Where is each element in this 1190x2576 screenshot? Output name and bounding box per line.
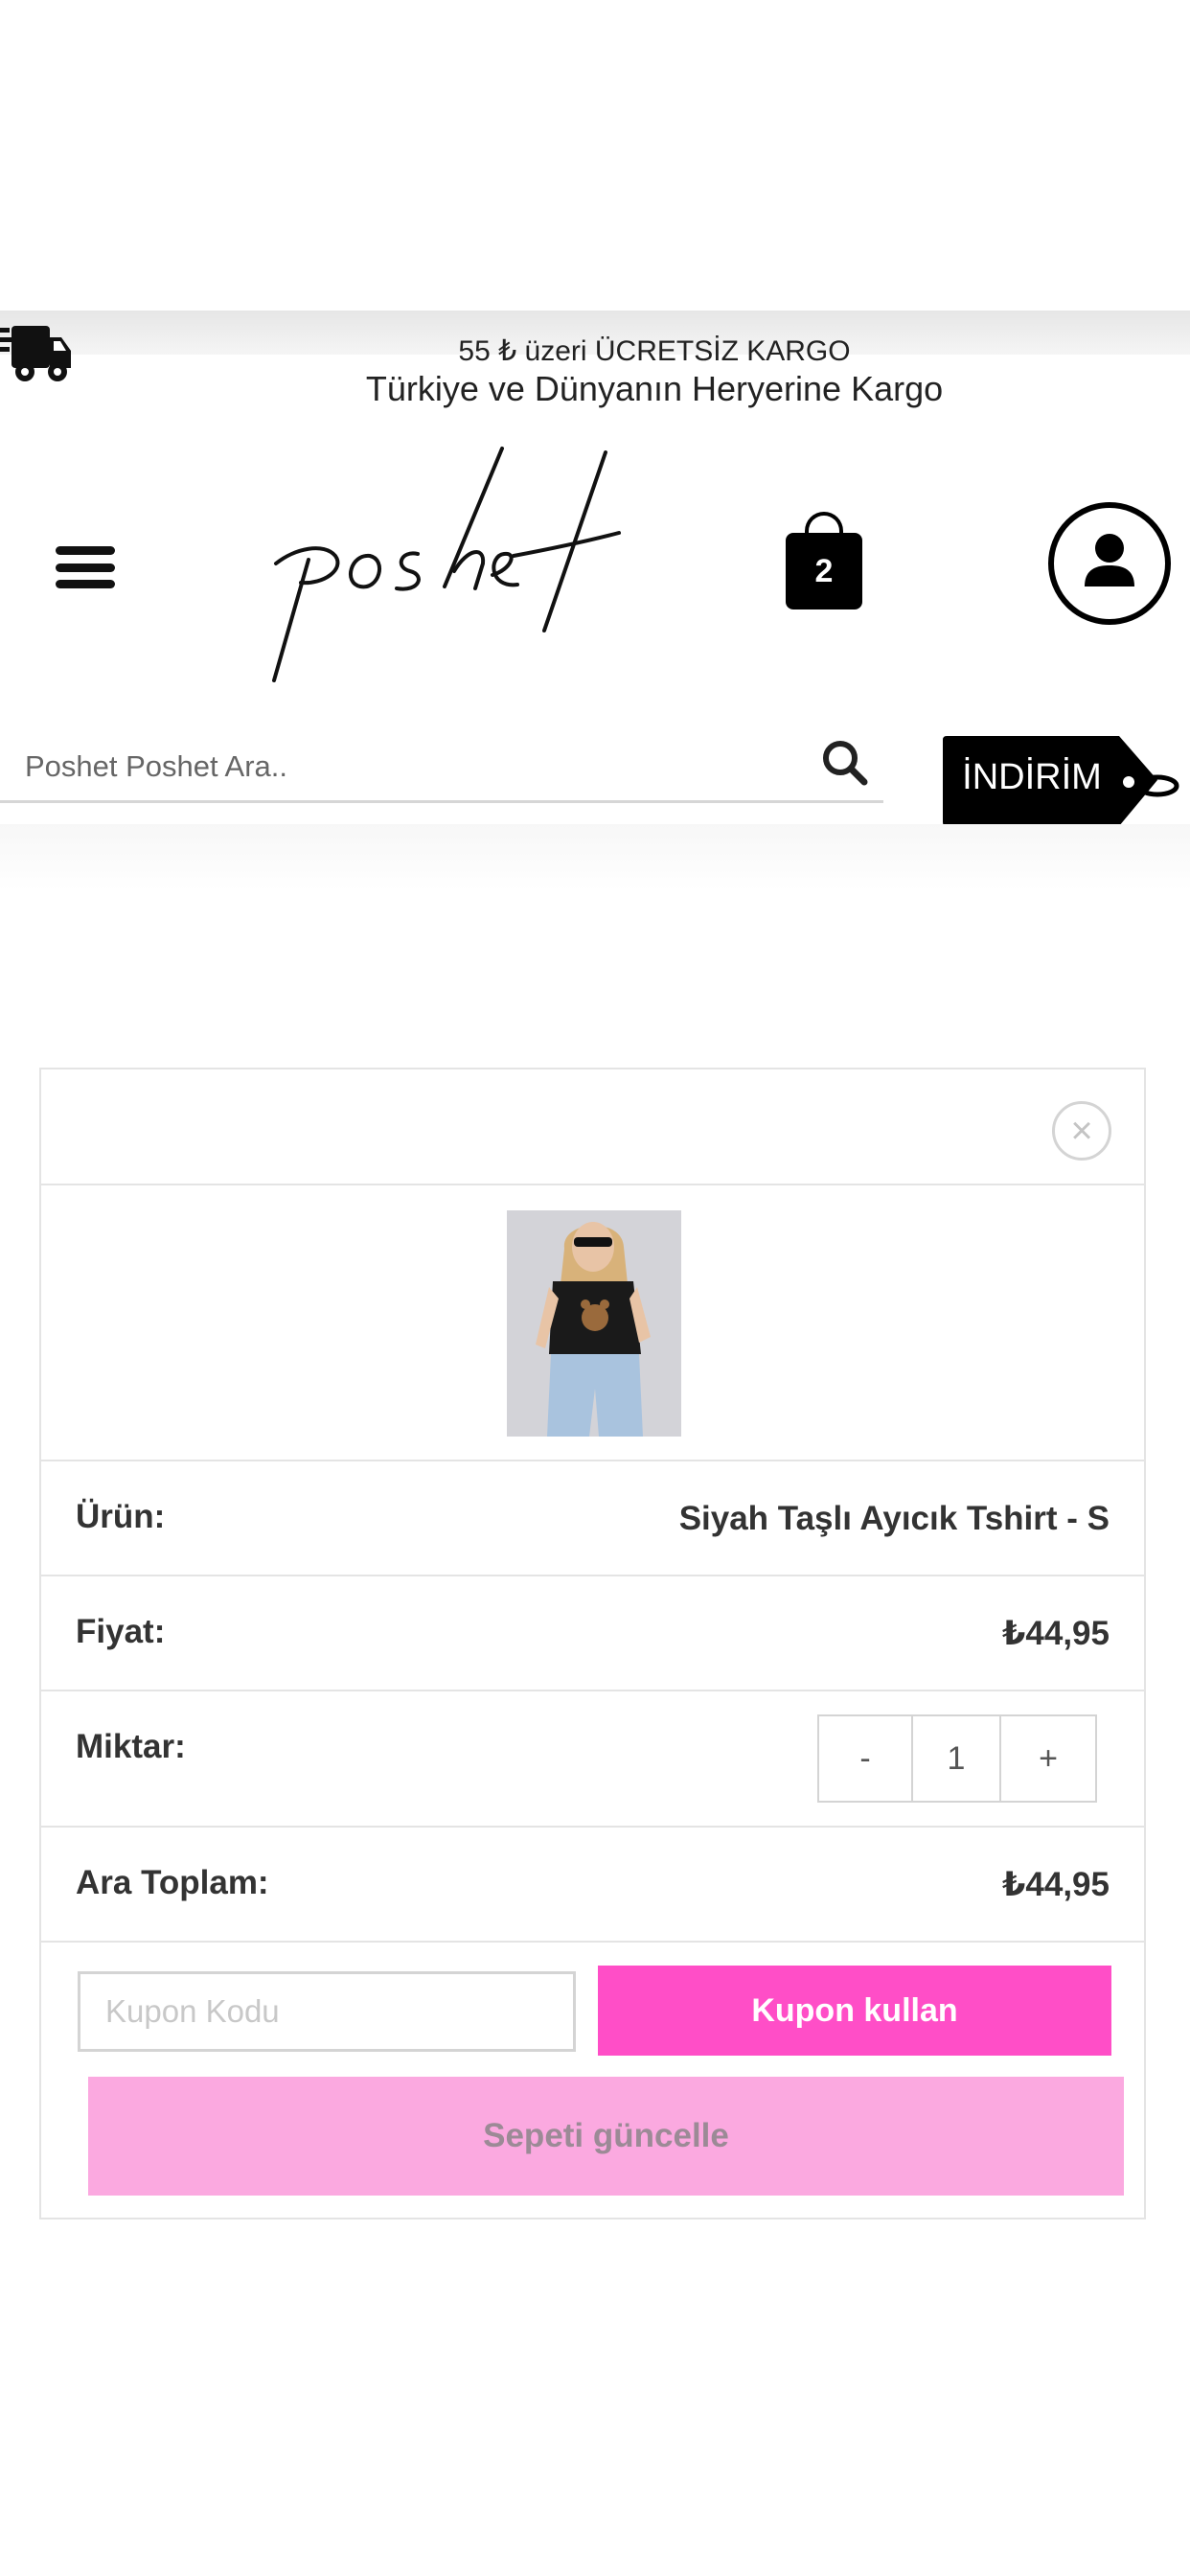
product-image-row	[41, 1184, 1144, 1460]
user-icon[interactable]	[1046, 500, 1173, 627]
poshet-logo[interactable]	[266, 443, 630, 692]
hamburger-icon[interactable]	[56, 546, 115, 588]
sale-tag-label: İNDİRİM	[962, 757, 1102, 797]
price-label: Fiyat:	[76, 1613, 166, 1650]
quantity-stepper: - 1 +	[817, 1714, 1097, 1803]
apply-coupon-button[interactable]: Kupon kullan	[598, 1966, 1111, 2056]
promo-shipping-text: Türkiye ve Dünyanın Heryerine Kargo	[365, 369, 944, 408]
remove-item-button[interactable]: ×	[1052, 1101, 1111, 1161]
update-cart-button[interactable]: Sepeti güncelle	[88, 2077, 1124, 2196]
sale-tag-button[interactable]: İNDİRİM	[941, 734, 1184, 834]
search-bar	[0, 728, 883, 803]
header-shadow	[0, 824, 1190, 891]
search-icon[interactable]	[820, 738, 870, 788]
coupon-row: Kupon kullan Sepeti güncelle	[41, 1941, 1144, 2220]
quantity-input[interactable]: 1	[913, 1716, 1001, 1801]
product-label: Ürün:	[76, 1498, 166, 1535]
cart-item-card: × Ürün: Siyah Taşlı Ayıcık Tshirt - S Fi…	[39, 1068, 1146, 2220]
quantity-label: Miktar:	[76, 1728, 186, 1765]
quantity-decrease-button[interactable]: -	[819, 1716, 913, 1801]
search-input[interactable]	[25, 740, 791, 794]
cart-count-badge: 2	[814, 552, 834, 589]
product-row: Ürün: Siyah Taşlı Ayıcık Tshirt - S	[41, 1460, 1144, 1575]
quantity-increase-button[interactable]: +	[1001, 1716, 1095, 1801]
quantity-row: Miktar: - 1 +	[41, 1690, 1144, 1826]
subtotal-row: Ara Toplam: ₺44,95	[41, 1826, 1144, 1941]
subtotal-value: ₺44,95	[1002, 1866, 1110, 1903]
promo-free-shipping-text: 55 ₺ üzeri ÜCRETSİZ KARGO	[458, 335, 851, 367]
coupon-code-input[interactable]	[78, 1971, 576, 2052]
price-row: Fiyat: ₺44,95	[41, 1575, 1144, 1690]
cart-button[interactable]: 2	[786, 512, 862, 610]
subtotal-label: Ara Toplam:	[76, 1864, 269, 1901]
price-value: ₺44,95	[1002, 1615, 1110, 1652]
product-image[interactable]	[507, 1210, 681, 1437]
product-name[interactable]: Siyah Taşlı Ayıcık Tshirt - S	[679, 1500, 1110, 1538]
